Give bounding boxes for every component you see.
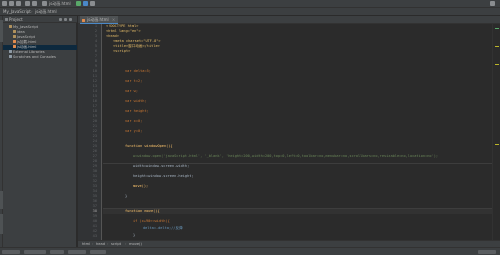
tree-item-label: Scratches and Consoles (13, 55, 56, 59)
tree-item-label: External Libraries (13, 50, 45, 54)
status-segment[interactable] (68, 250, 86, 254)
panel-actions (59, 17, 75, 22)
code-line: var w; (125, 89, 138, 93)
code-line: <script> (113, 49, 131, 53)
run-icon[interactable] (76, 1, 81, 6)
save-icon[interactable] (9, 1, 14, 6)
code-line: w=window.open('javaScript.html', '_blank… (133, 154, 439, 158)
line-number-gutter: 1 2 3 4 5 6 7 8 9 10 11 12 13 14 15 16 17 18 19 20 21 22 23 24 2… (78, 24, 102, 240)
run-config-icon[interactable] (42, 1, 47, 6)
tree-item-label: js动画.html (17, 45, 37, 49)
search-icon[interactable] (490, 1, 495, 6)
code-line: var t=2; (125, 79, 143, 83)
code-line: function move(){ (125, 209, 160, 213)
warning-marker[interactable] (495, 46, 499, 47)
collapse-icon[interactable] (64, 17, 67, 21)
code-line: var y=0; (125, 129, 143, 133)
code-line: } (125, 194, 128, 198)
tab-label: js动画.html (87, 17, 109, 22)
line-number: 43 (92, 234, 97, 238)
current-line-highlight (103, 209, 492, 214)
project-panel-title[interactable]: Project (9, 17, 23, 22)
method-separator (103, 208, 492, 209)
html-file-icon (13, 45, 16, 48)
library-icon (9, 50, 12, 53)
html-file-icon (13, 40, 16, 43)
debug-icon[interactable] (83, 1, 88, 6)
tree-item-label: js加载.html (17, 40, 37, 44)
status-bar (0, 247, 500, 255)
forward-icon[interactable] (32, 1, 37, 6)
open-folder-icon[interactable] (2, 1, 7, 6)
project-panel: Project My_JavaScript idea JavaScript js加载.… (3, 16, 77, 247)
target-icon[interactable] (59, 17, 62, 21)
tree-item-label: My_JavaScript (13, 25, 39, 29)
code-line: function windowOpen(){ (125, 144, 173, 148)
navigation-bar: My_JavaScript › js动画.html (0, 8, 500, 16)
main-toolbar: js动画.html (0, 0, 500, 8)
tree-item[interactable]: Scratches and Consoles (3, 55, 77, 60)
project-view-icon (5, 18, 8, 21)
folder-icon (9, 25, 12, 28)
tree-item-label: JavaScript (17, 35, 36, 39)
nav-project[interactable]: My_JavaScript (3, 9, 31, 14)
gear-icon[interactable] (69, 17, 72, 21)
code-editor[interactable]: <!DOCTYPE html> <html lang="en"> <head> … (103, 24, 492, 240)
run-config-label[interactable]: js动画.html (49, 1, 71, 6)
code-line: var delta=5; (125, 69, 151, 73)
code-line: if (x+90>=width){ (133, 219, 170, 223)
status-segment[interactable] (24, 250, 46, 254)
editor-tab-bar: js动画.html × (78, 16, 500, 24)
html-file-icon (82, 18, 85, 22)
folder-icon (13, 30, 16, 33)
stop-icon[interactable] (90, 1, 95, 6)
close-icon[interactable]: × (112, 17, 115, 22)
code-line: height=window.screen.height; (133, 174, 194, 178)
code-line: delta=-delta;//反弹 (143, 226, 183, 230)
sync-icon[interactable] (16, 1, 21, 6)
inspection-ok-marker[interactable] (495, 28, 499, 29)
status-segment[interactable] (50, 250, 64, 254)
warning-marker[interactable] (495, 144, 499, 145)
code-line: var width; (125, 99, 147, 103)
code-line: var x=0; (125, 119, 143, 123)
code-line: move(); (133, 184, 149, 188)
folder-icon (13, 35, 16, 38)
project-panel-header: Project (3, 16, 77, 23)
back-icon[interactable] (25, 1, 30, 6)
status-segment[interactable] (90, 250, 106, 254)
chevron-right-icon: › (31, 9, 33, 14)
editor-scrollbar[interactable] (492, 24, 500, 240)
nav-file[interactable]: js动画.html (35, 9, 57, 14)
status-segment[interactable] (2, 250, 20, 254)
event-log-button[interactable] (478, 250, 496, 254)
library-icon (9, 55, 12, 58)
tab-js-animation[interactable]: js动画.html × (80, 16, 119, 24)
tree-item-label: idea (17, 30, 25, 34)
code-line: } (133, 233, 136, 237)
warning-marker[interactable] (495, 64, 499, 65)
code-line: var height; (125, 109, 149, 113)
breadcrumb: html › head › script › move() (78, 240, 500, 247)
code-line: width=window.screen.width; (133, 164, 190, 168)
